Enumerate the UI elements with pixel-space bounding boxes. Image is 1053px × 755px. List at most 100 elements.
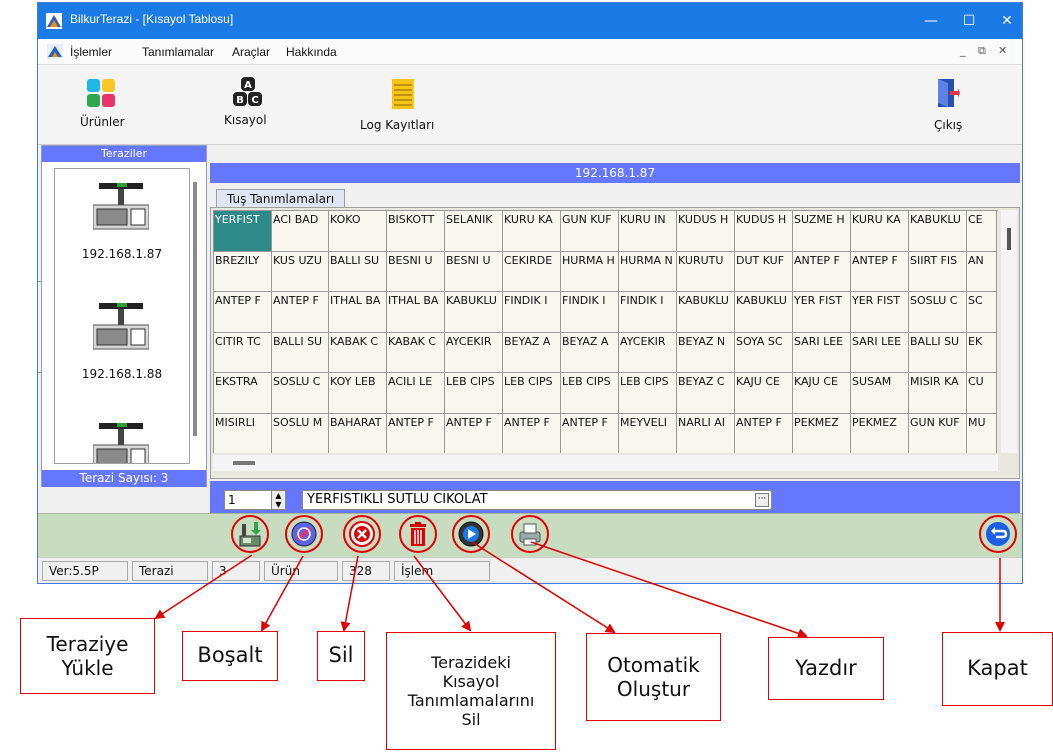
grid-cell[interactable]: CE (967, 211, 997, 252)
mdi-close-button[interactable]: ✕ (998, 44, 1007, 57)
grid-cell[interactable]: BESNI U (445, 251, 503, 292)
grid-cell[interactable]: KABUKLU (735, 292, 793, 333)
grid-cell[interactable]: NARLI AI (677, 413, 735, 453)
grid-cell[interactable]: ANTEP F (851, 251, 909, 292)
close-window-button[interactable]: ✕ (992, 9, 1022, 33)
grid-cell[interactable]: FINDIK I (561, 292, 619, 333)
grid-cell[interactable]: GUN KUF (561, 211, 619, 252)
minimize-button[interactable]: — (916, 9, 946, 33)
cikis-button[interactable]: Çıkış (918, 75, 978, 137)
grid-cell[interactable]: KAJU CE (793, 373, 851, 414)
grid-cell[interactable]: ANTEP F (214, 292, 272, 333)
grid-cell[interactable]: KOKO (329, 211, 387, 252)
stepper-arrows[interactable]: ▲ ▼ (271, 491, 285, 509)
grid-cell[interactable]: LEB CIPS (445, 373, 503, 414)
menu-tanimlamalar[interactable]: Tanımlamalar (142, 45, 214, 59)
grid-cell[interactable]: AN (967, 251, 997, 292)
mdi-minimize-button[interactable]: _ (960, 44, 966, 57)
grid-cell[interactable]: BALLI SU (272, 332, 329, 373)
grid-cell[interactable]: HURMA N (619, 251, 677, 292)
grid-cell[interactable]: EKSTRA (214, 373, 272, 414)
grid-cell[interactable]: SARI LEE (793, 332, 851, 373)
scale-item[interactable]: 192.168.1.87 (55, 173, 189, 293)
product-select[interactable]: YERFISTIKLI SUTLU CIKOLAT ··· (302, 490, 772, 510)
grid-cell[interactable]: SUZME H (793, 211, 851, 252)
grid-cell[interactable]: ANTEP F (272, 292, 329, 333)
grid-cell[interactable]: EK (967, 332, 997, 373)
grid-cell[interactable]: MISIR KA (909, 373, 967, 414)
grid-cell[interactable]: ACILI LE (387, 373, 445, 414)
grid-cell[interactable]: SOYA SC (735, 332, 793, 373)
grid-cell[interactable]: MISIRLI (214, 413, 272, 453)
mdi-restore-button[interactable]: ⧉ (978, 44, 986, 58)
grid-cell[interactable]: KURU KA (851, 211, 909, 252)
scrollbar-thumb[interactable] (1007, 228, 1011, 250)
grid-cell[interactable]: ITHAL BA (387, 292, 445, 333)
grid-cell[interactable]: KUS UZU (272, 251, 329, 292)
menu-araclar[interactable]: Araçlar (232, 45, 270, 59)
grid-cell[interactable]: FINDIK I (619, 292, 677, 333)
grid-cell[interactable]: ANTEP F (503, 413, 561, 453)
grid-cell[interactable]: MEYVELI (619, 413, 677, 453)
menu-hakkinda[interactable]: Hakkında (286, 45, 337, 59)
grid-cell[interactable]: LEB CIPS (503, 373, 561, 414)
grid-cell[interactable]: DUT KUF (735, 251, 793, 292)
grid-cell[interactable]: AYCEKIR (445, 332, 503, 373)
scale-item[interactable] (55, 413, 189, 463)
grid-cell[interactable]: KABUKLU (909, 211, 967, 252)
grid-cell[interactable]: KABUKLU (445, 292, 503, 333)
grid-cell[interactable]: KURUTU (677, 251, 735, 292)
grid-cell[interactable]: ANTEP F (387, 413, 445, 453)
product-browse-button[interactable]: ··· (755, 493, 769, 507)
maximize-button[interactable]: ☐ (954, 9, 984, 33)
tab-tus-tanimlamalari[interactable]: Tuş Tanımlamaları (216, 189, 346, 207)
grid-cell[interactable]: KURU IN (619, 211, 677, 252)
urunler-button[interactable]: Ürünler (68, 75, 134, 135)
grid-cell[interactable]: KOY LEB (329, 373, 387, 414)
key-number-stepper[interactable]: 1 ▲ ▼ (224, 490, 286, 510)
grid-cell[interactable]: BREZILY (214, 251, 272, 292)
grid-cell[interactable]: BEYAZ A (561, 332, 619, 373)
scale-item[interactable]: 192.168.1.88 (55, 293, 189, 413)
grid-cell[interactable]: KABAK C (329, 332, 387, 373)
grid-cell[interactable]: SOSLU C (272, 373, 329, 414)
kisayol-button[interactable]: A B C Kısayol (214, 75, 284, 135)
grid-cell[interactable]: CU (967, 373, 997, 414)
grid-cell[interactable]: BEYAZ C (677, 373, 735, 414)
grid-cell[interactable]: PEKMEZ (793, 413, 851, 453)
grid-cell[interactable]: CEKIRDE (503, 251, 561, 292)
grid-cell[interactable]: LEB CIPS (619, 373, 677, 414)
grid-cell[interactable]: YER FIST (793, 292, 851, 333)
grid-cell[interactable]: ACI BAD (272, 211, 329, 252)
grid-cell[interactable]: KABAK C (387, 332, 445, 373)
scrollbar-thumb[interactable] (233, 461, 255, 465)
grid-cell[interactable]: SIIRT FIS (909, 251, 967, 292)
scales-scrollbar[interactable] (190, 168, 202, 464)
grid-horizontal-scrollbar[interactable] (213, 455, 998, 471)
grid-cell[interactable]: MU (967, 413, 997, 453)
grid-cell[interactable]: KABUKLU (677, 292, 735, 333)
grid-cell[interactable]: LEB CIPS (561, 373, 619, 414)
grid-cell[interactable]: SOSLU C (909, 292, 967, 333)
grid-cell[interactable]: SARI LEE (851, 332, 909, 373)
grid-cell[interactable]: SELANIK (445, 211, 503, 252)
scrollbar-thumb[interactable] (193, 182, 197, 436)
grid-cell[interactable]: SUSAM (851, 373, 909, 414)
grid-cell[interactable]: ANTEP F (561, 413, 619, 453)
grid-cell[interactable]: BAHARAT (329, 413, 387, 453)
grid-vertical-scrollbar[interactable] (1001, 210, 1017, 453)
grid-cell[interactable]: BISKOTT (387, 211, 445, 252)
grid-cell[interactable]: HURMA H (561, 251, 619, 292)
log-kayitlari-button[interactable]: Log Kayıtları (356, 75, 456, 137)
grid-cell[interactable]: BESNI U (387, 251, 445, 292)
grid-cell[interactable]: CITIR TC (214, 332, 272, 373)
grid-cell[interactable]: ANTEP F (445, 413, 503, 453)
grid-cell[interactable]: ANTEP F (735, 413, 793, 453)
grid-cell[interactable]: SOSLU M (272, 413, 329, 453)
grid-cell[interactable]: BEYAZ N (677, 332, 735, 373)
grid-cell[interactable]: FINDIK I (503, 292, 561, 333)
grid-cell[interactable]: GUN KUF (909, 413, 967, 453)
grid-cell[interactable]: BALLI SU (909, 332, 967, 373)
grid-cell[interactable]: KAJU CE (735, 373, 793, 414)
grid-cell[interactable]: BALLI SU (329, 251, 387, 292)
